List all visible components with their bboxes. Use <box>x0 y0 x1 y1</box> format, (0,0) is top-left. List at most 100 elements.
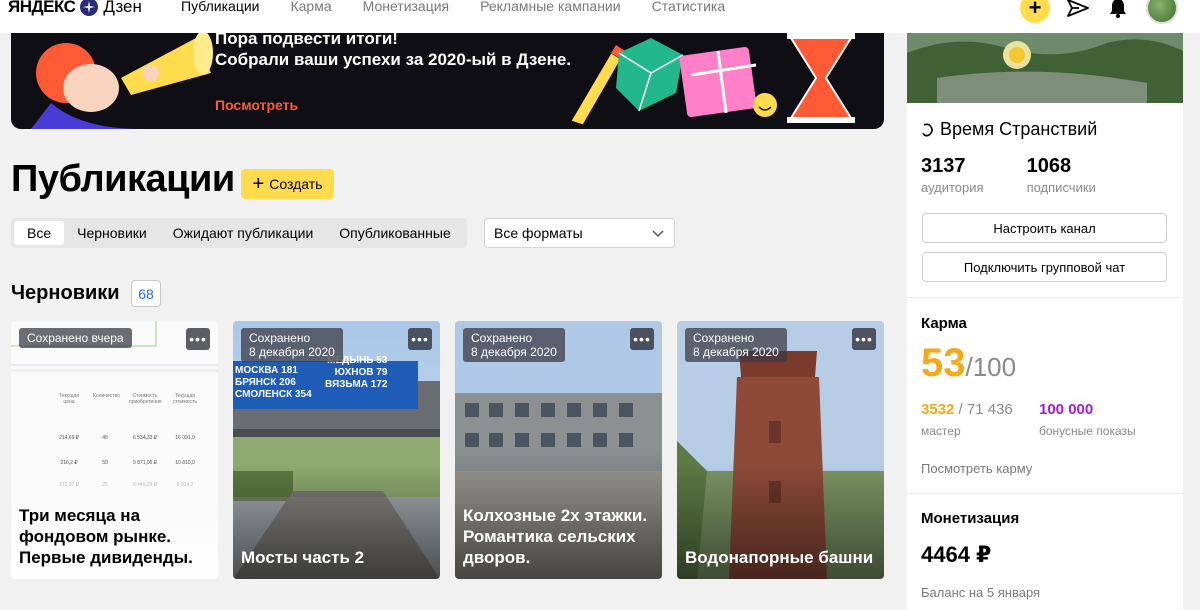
karma-max: /100 <box>965 352 1017 382</box>
table-row: 214,69 ₽ 40 6 534,33 ₽ 16 091,9 <box>57 435 197 441</box>
logo-zen-text: Дзен <box>103 0 142 16</box>
table-cell: 216,2 ₽ <box>60 460 78 466</box>
channel-cover-photo <box>907 33 1183 103</box>
banner-title-line2: Собрали ваши успехи за 2020-ый в Дзене. <box>215 50 572 69</box>
karma-title: Карма <box>921 315 967 332</box>
group-chat-button[interactable]: Подключить групповой чат <box>922 252 1167 282</box>
more-options-button[interactable]: ••• <box>852 328 876 350</box>
draft-card[interactable]: МОСКВА 181 БРЯНСК 206 СМОЛЕНСК 354 МЕДЫН… <box>233 321 440 579</box>
karma-level: мастер <box>921 424 961 438</box>
subscribers-stat: 1068 подписчики <box>1027 155 1096 195</box>
add-button[interactable]: + <box>1020 0 1050 23</box>
channel-sidebar: Время Странствий 3137 аудитория 1068 под… <box>907 33 1183 610</box>
nav-monetization[interactable]: Монетизация <box>363 0 450 14</box>
plus-icon: + <box>1028 0 1042 20</box>
drafts-count-badge: 68 <box>131 280 161 307</box>
sign-line: ВЯЗЬМА 172 <box>325 379 388 390</box>
card-title: Колхозные 2х этажки. Романтика сельских … <box>463 506 648 567</box>
table-row: 216,2 ₽ 50 9 871,05 ₽ 10 810,0 <box>57 460 197 466</box>
send-icon[interactable] <box>1066 0 1090 20</box>
bonus-block: 100 000 бонусные показы <box>1039 401 1136 438</box>
create-button-label: Создать <box>269 176 323 192</box>
sign-line: ЮХНОВ 79 <box>334 367 388 378</box>
format-select-value: Все форматы <box>494 225 583 241</box>
top-bar: ЯНДЕКС Дзен Публикации Карма Монетизация… <box>0 0 1200 33</box>
nav-publications[interactable]: Публикации <box>181 0 259 14</box>
divider <box>907 297 1183 298</box>
table-cell: 214,69 ₽ <box>59 435 79 441</box>
sign-line: СМОЛЕНСК 354 <box>235 389 312 400</box>
more-dots-icon: ••• <box>633 331 651 347</box>
tab-pending[interactable]: Ожидают публикации <box>160 221 327 245</box>
saved-label: Сохранено <box>249 331 311 345</box>
subscribers-label: подписчики <box>1026 180 1096 195</box>
saved-label: Сохранено <box>471 331 533 345</box>
tab-published[interactable]: Опубликованные <box>326 221 463 245</box>
plus-icon: + <box>252 173 265 195</box>
saved-badge: Сохранено 8 декабря 2020 <box>463 328 565 362</box>
divider <box>907 493 1183 494</box>
draft-card[interactable]: Сохранено 8 декабря 2020 ••• Водонапорны… <box>677 321 884 579</box>
card-title: Мосты часть 2 <box>241 548 365 567</box>
bonus-value: 100 000 <box>1039 401 1094 418</box>
banner-illustration-icon <box>31 33 855 129</box>
table-cell: 25 <box>102 482 108 488</box>
saved-label: Сохранено <box>693 331 755 345</box>
audience-value: 3137 <box>921 155 966 177</box>
table-header-cell: Количество <box>93 393 120 399</box>
card-title: Три месяца на фондовом рынке. Первые див… <box>19 506 193 567</box>
channel-name-text: Время Странствий <box>940 119 1098 139</box>
balance-label: Баланс на 5 января <box>921 585 1041 600</box>
setup-channel-button[interactable]: Настроить канал <box>922 213 1167 243</box>
road-sign-left: МОСКВА 181 БРЯНСК 206 СМОЛЕНСК 354 <box>235 365 312 401</box>
table-row: 273,37 ₽ 25 6 449,29 ₽ 6 934,2 <box>57 482 197 488</box>
status-filter-tabs: Все Черновики Ожидают публикации Опублик… <box>11 218 467 248</box>
year-summary-banner[interactable]: Пора подвести итоги! Собрали ваши успехи… <box>11 33 884 129</box>
table-cell: 6 449,29 ₽ <box>132 482 158 488</box>
format-select[interactable]: Все форматы <box>484 218 675 248</box>
karma-points-total: / 71 436 <box>954 401 1013 418</box>
sign-line: БРЯНСК 206 <box>235 377 296 388</box>
table-cell: 273,37 ₽ <box>59 482 79 488</box>
channel-name[interactable]: Время Странствий <box>921 119 1097 140</box>
yandex-zen-logo[interactable]: ЯНДЕКС Дзен <box>8 0 142 18</box>
saved-date: 8 декабря 2020 <box>249 345 335 359</box>
table-header-cell: Текущая цена <box>59 393 79 405</box>
karma-points: 3532 / 71 436 <box>921 401 1039 418</box>
more-options-button[interactable]: ••• <box>408 328 432 350</box>
user-avatar[interactable] <box>1146 0 1178 24</box>
subscribers-value: 1068 <box>1026 155 1072 177</box>
tab-drafts[interactable]: Черновики <box>64 221 160 245</box>
draft-card[interactable]: Текущая цена Количество Стоимость приобр… <box>11 321 218 579</box>
card-title: Водонапорные башни <box>685 548 874 567</box>
channel-logo-icon <box>922 123 933 136</box>
create-button[interactable]: + Создать <box>241 169 334 199</box>
banner-title-line1: Пора подвести итоги! <box>215 33 398 48</box>
table-cell: 6 534,33 ₽ <box>132 435 158 441</box>
audience-stat: 3137 аудитория <box>921 155 984 195</box>
main-nav: Публикации Карма Монетизация Рекламные к… <box>181 0 725 16</box>
table-header-cell: Текущая стоимость <box>173 393 197 405</box>
banner-view-link[interactable]: Посмотреть <box>215 97 298 113</box>
karma-score: 53 /100 <box>921 341 1016 386</box>
saved-badge: Сохранено вчера <box>19 328 132 348</box>
bonus-label: бонусные показы <box>1039 424 1136 438</box>
more-dots-icon: ••• <box>855 331 873 347</box>
see-karma-link[interactable]: Посмотреть карму <box>921 461 1032 476</box>
table-cell: 9 871,05 ₽ <box>132 460 158 466</box>
nav-karma[interactable]: Карма <box>290 0 331 14</box>
bell-icon[interactable] <box>1106 0 1130 20</box>
tab-all[interactable]: Все <box>14 221 65 245</box>
draft-card[interactable]: Сохранено 8 декабря 2020 ••• Колхозные 2… <box>455 321 662 579</box>
chevron-down-icon <box>652 230 664 238</box>
zen-star-icon <box>80 0 99 16</box>
table-cell: 10 810,0 <box>175 460 195 466</box>
more-dots-icon: ••• <box>189 331 207 347</box>
nav-ad-campaigns[interactable]: Рекламные кампании <box>480 0 620 14</box>
nav-statistics[interactable]: Статистика <box>652 0 726 14</box>
sign-line: МОСКВА 181 <box>235 365 298 376</box>
table-header-row: Текущая цена Количество Стоимость приобр… <box>57 393 217 405</box>
more-options-button[interactable]: ••• <box>630 328 654 350</box>
more-options-button[interactable]: ••• <box>186 328 210 350</box>
table-cell: 50 <box>102 460 108 466</box>
